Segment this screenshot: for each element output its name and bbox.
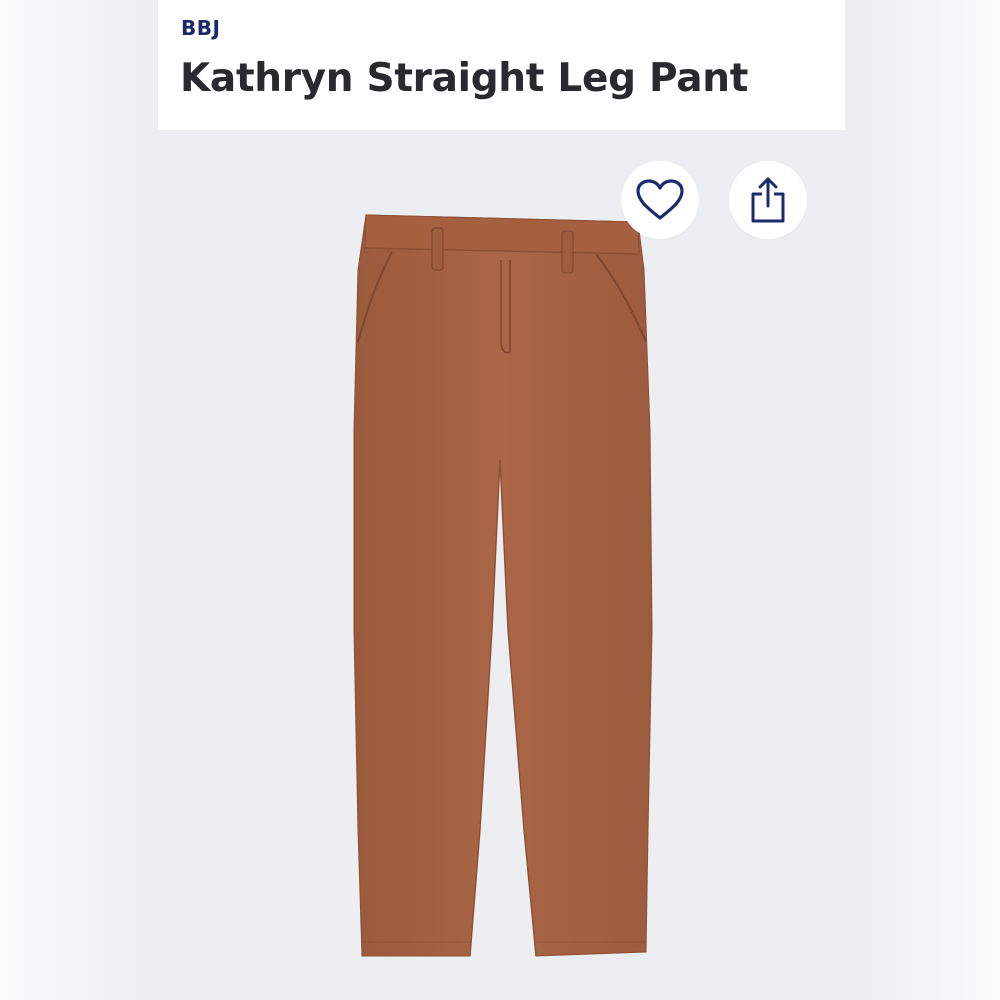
share-button[interactable] [729, 161, 807, 239]
brand-name[interactable]: BBJ [181, 16, 220, 40]
left-backdrop [0, 0, 158, 1000]
product-image[interactable] [158, 130, 845, 1000]
right-backdrop [845, 0, 1000, 1000]
favorite-button[interactable] [621, 161, 699, 239]
pant-illustration [353, 214, 653, 957]
product-card: BBJ Kathryn Straight Leg Pant [158, 0, 845, 1000]
share-icon [751, 177, 785, 223]
heart-icon [636, 179, 684, 220]
product-header: BBJ Kathryn Straight Leg Pant [158, 0, 845, 130]
product-title: Kathryn Straight Leg Pant [180, 56, 749, 101]
